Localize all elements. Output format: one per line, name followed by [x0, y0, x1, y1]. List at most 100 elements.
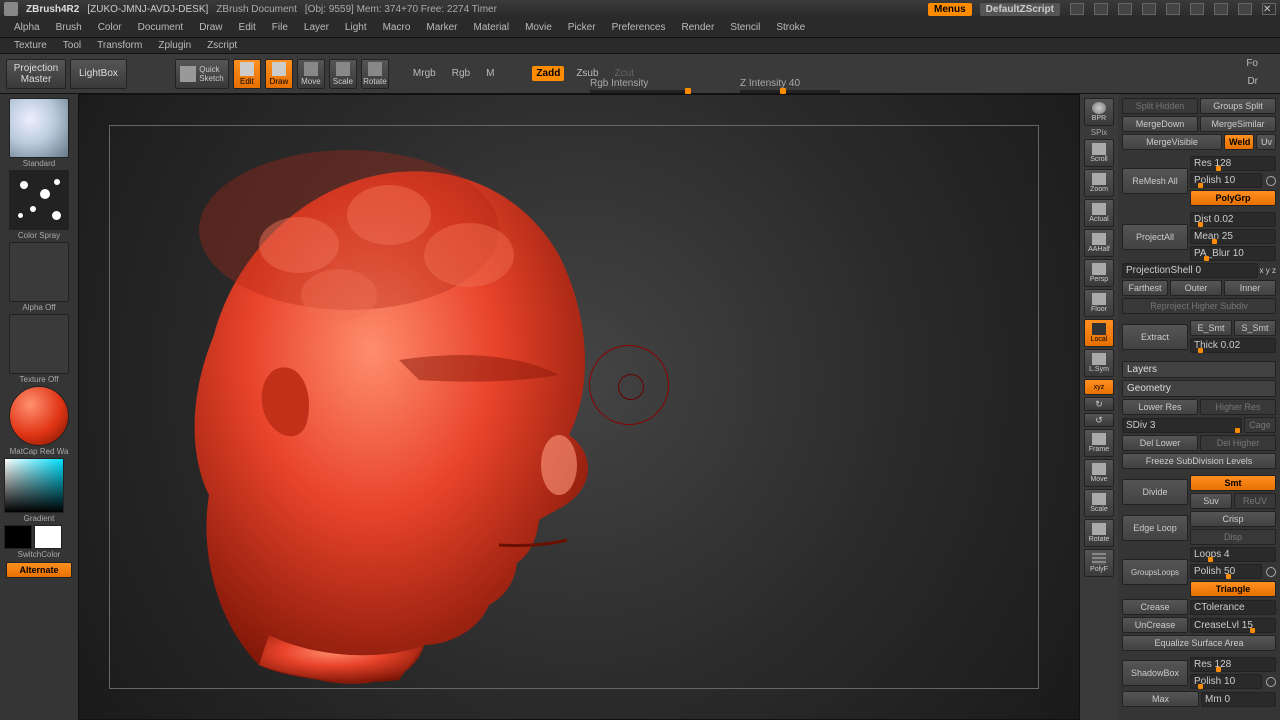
- split-hidden-button[interactable]: Split Hidden: [1122, 98, 1198, 114]
- nav-rotate-button[interactable]: Rotate: [1084, 519, 1114, 547]
- geometry-header[interactable]: Geometry: [1122, 380, 1276, 397]
- material-swatch[interactable]: MatCap Red Wa: [4, 386, 74, 456]
- remesh-polish-slider[interactable]: Polish 10: [1190, 173, 1262, 188]
- equalize-button[interactable]: Equalize Surface Area: [1122, 635, 1276, 651]
- zoom-button[interactable]: Zoom: [1084, 169, 1114, 197]
- switch-color[interactable]: [4, 525, 74, 549]
- polyf-button[interactable]: PolyF: [1084, 549, 1114, 577]
- max-button[interactable]: Max: [1122, 691, 1199, 707]
- lightbox-button[interactable]: LightBox: [70, 59, 127, 89]
- menu-material[interactable]: Material: [466, 20, 518, 35]
- suv-button[interactable]: Suv: [1190, 493, 1232, 509]
- persp-button[interactable]: Persp: [1084, 259, 1114, 287]
- menu-picker[interactable]: Picker: [560, 20, 604, 35]
- default-zscript-button[interactable]: DefaultZScript: [980, 3, 1060, 16]
- menu-draw[interactable]: Draw: [191, 20, 230, 35]
- freeze-subdiv-button[interactable]: Freeze SubDivision Levels: [1122, 453, 1276, 469]
- alpha-swatch[interactable]: Alpha Off: [4, 242, 74, 312]
- menu-tool[interactable]: Tool: [55, 39, 89, 52]
- menu-brush[interactable]: Brush: [48, 20, 90, 35]
- weld-button[interactable]: Weld: [1224, 134, 1254, 150]
- focal-label[interactable]: Fo: [1246, 58, 1258, 69]
- disp-button[interactable]: Disp: [1190, 529, 1276, 545]
- menu-stencil[interactable]: Stencil: [722, 20, 768, 35]
- cage-button[interactable]: Cage: [1244, 417, 1276, 433]
- alternate-button[interactable]: Alternate: [6, 562, 72, 578]
- divide-button[interactable]: Divide: [1122, 479, 1188, 505]
- groupsloops-button[interactable]: GroupsLoops: [1122, 559, 1188, 585]
- loops-slider[interactable]: Loops 4: [1190, 547, 1276, 562]
- triangle-button[interactable]: Triangle: [1190, 581, 1276, 597]
- menu-zscript[interactable]: Zscript: [199, 39, 245, 52]
- thick-slider[interactable]: Thick 0.02: [1190, 338, 1276, 353]
- quick-sketch-button[interactable]: Quick Sketch: [175, 59, 229, 89]
- edit-mode-button[interactable]: Edit: [233, 59, 261, 89]
- smt-button[interactable]: Smt: [1190, 475, 1276, 491]
- win-btn-3[interactable]: [1118, 3, 1132, 15]
- uncrease-button[interactable]: UnCrease: [1122, 617, 1188, 633]
- menu-edit[interactable]: Edit: [231, 20, 264, 35]
- actual-button[interactable]: Actual: [1084, 199, 1114, 227]
- shadowbox-button[interactable]: ShadowBox: [1122, 660, 1188, 686]
- polygrp-button[interactable]: PolyGrp: [1190, 190, 1276, 206]
- rgb-toggle[interactable]: Rgb: [448, 66, 474, 81]
- menu-stroke[interactable]: Stroke: [768, 20, 813, 35]
- inner-button[interactable]: Inner: [1224, 280, 1276, 296]
- shadowbox-res-slider[interactable]: Res 128: [1190, 657, 1276, 672]
- draw-mode-button[interactable]: Draw: [265, 59, 293, 89]
- win-max[interactable]: [1238, 3, 1252, 15]
- projection-master-button[interactable]: Projection Master: [6, 59, 66, 89]
- merge-down-button[interactable]: MergeDown: [1122, 116, 1198, 132]
- rot-y-button[interactable]: ↻: [1084, 397, 1114, 411]
- menu-layer[interactable]: Layer: [296, 20, 337, 35]
- menu-render[interactable]: Render: [674, 20, 723, 35]
- menu-document[interactable]: Document: [130, 20, 192, 35]
- uv-button[interactable]: Uv: [1256, 134, 1276, 150]
- mrgb-toggle[interactable]: Mrgb: [409, 66, 440, 81]
- lower-res-button[interactable]: Lower Res: [1122, 399, 1198, 415]
- outer-button[interactable]: Outer: [1170, 280, 1222, 296]
- scale-mode-button[interactable]: Scale: [329, 59, 357, 89]
- polish50-slider[interactable]: Polish 50: [1190, 564, 1262, 579]
- remesh-all-button[interactable]: ReMesh All: [1122, 168, 1188, 194]
- floor-button[interactable]: Floor: [1084, 289, 1114, 317]
- reproject-button[interactable]: Reproject Higher Subdiv: [1122, 298, 1276, 314]
- crisp-button[interactable]: Crisp: [1190, 511, 1276, 527]
- canvas-viewport[interactable]: [78, 94, 1080, 720]
- aahalf-button[interactable]: AAHalf: [1084, 229, 1114, 257]
- nav-move-button[interactable]: Move: [1084, 459, 1114, 487]
- win-close[interactable]: ✕: [1262, 3, 1276, 15]
- project-all-button[interactable]: ProjectAll: [1122, 224, 1188, 250]
- pablur-slider[interactable]: PA_Blur 10: [1190, 246, 1276, 261]
- menu-macro[interactable]: Macro: [375, 20, 419, 35]
- extract-button[interactable]: Extract: [1122, 324, 1188, 350]
- del-higher-button[interactable]: Del Higher: [1200, 435, 1276, 451]
- farthest-button[interactable]: Farthest: [1122, 280, 1168, 296]
- menu-marker[interactable]: Marker: [418, 20, 465, 35]
- del-lower-button[interactable]: Del Lower: [1122, 435, 1198, 451]
- menu-transform[interactable]: Transform: [89, 39, 150, 52]
- groups-split-button[interactable]: Groups Split: [1200, 98, 1276, 114]
- xyz-button[interactable]: xyz: [1084, 379, 1114, 395]
- bpr-button[interactable]: BPR: [1084, 98, 1114, 126]
- projection-shell-slider[interactable]: ProjectionShell 0: [1122, 263, 1258, 278]
- menu-texture[interactable]: Texture: [6, 39, 55, 52]
- scroll-button[interactable]: Scroll: [1084, 139, 1114, 167]
- stroke-swatch[interactable]: Color Spray: [4, 170, 74, 240]
- menus-button[interactable]: Menus: [928, 3, 972, 16]
- edgeloop-button[interactable]: Edge Loop: [1122, 515, 1188, 541]
- menu-zplugin[interactable]: Zplugin: [150, 39, 199, 52]
- draw-size-label[interactable]: Dr: [1247, 76, 1258, 87]
- ctolerance-slider[interactable]: CTolerance: [1190, 600, 1276, 615]
- win-btn-6[interactable]: [1190, 3, 1204, 15]
- layers-header[interactable]: Layers: [1122, 361, 1276, 378]
- shadowbox-polish-slider[interactable]: Polish 10: [1190, 674, 1262, 689]
- rotate-mode-button[interactable]: Rotate: [361, 59, 389, 89]
- brush-swatch[interactable]: Standard: [4, 98, 74, 168]
- win-btn-2[interactable]: [1094, 3, 1108, 15]
- lsym-button[interactable]: L.Sym: [1084, 349, 1114, 377]
- remesh-res-slider[interactable]: Res 128: [1190, 156, 1276, 171]
- ssmt-button[interactable]: S_Smt: [1234, 320, 1276, 336]
- texture-swatch[interactable]: Texture Off: [4, 314, 74, 384]
- polish-circle-icon[interactable]: [1266, 176, 1276, 186]
